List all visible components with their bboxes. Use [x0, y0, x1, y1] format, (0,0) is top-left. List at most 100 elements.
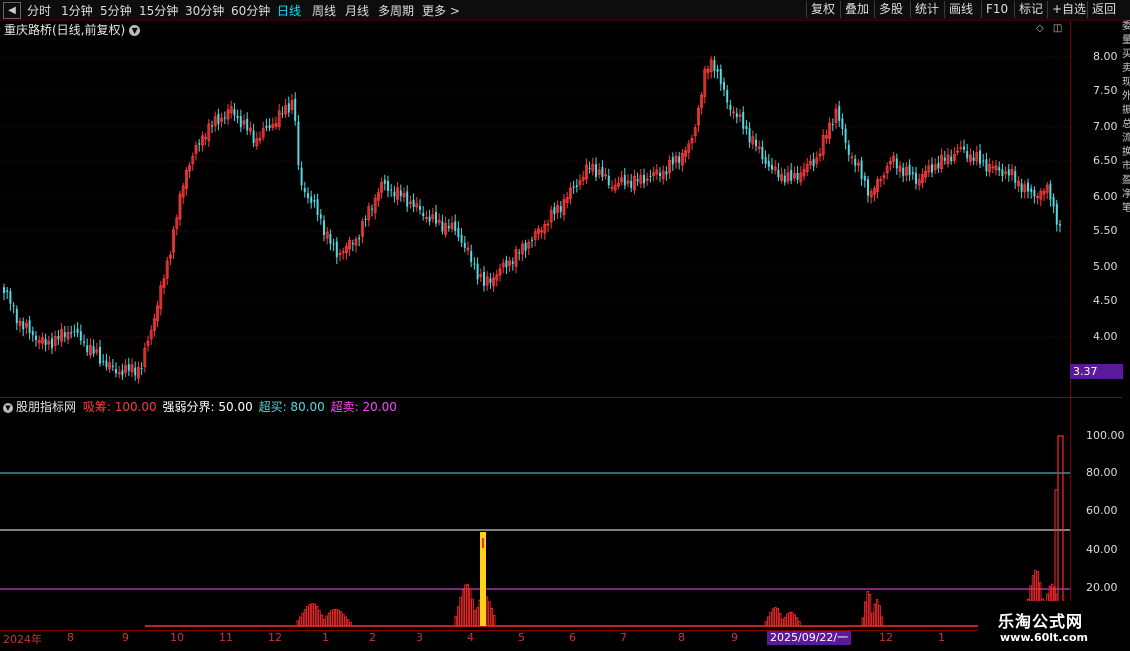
candle-body-down — [972, 157, 975, 161]
indicator-bar — [313, 603, 316, 627]
indicator-tick: 20.00 — [1086, 581, 1118, 594]
indicator-bar — [468, 588, 472, 627]
indicator-bar — [776, 608, 780, 627]
indicator-bar — [490, 607, 494, 627]
candle-body-down — [28, 320, 31, 333]
candle-body-down — [860, 160, 863, 179]
indicator-bar — [471, 598, 474, 627]
candle-body-down — [966, 151, 969, 159]
indicator-bar — [492, 614, 496, 627]
candle-body-down — [979, 150, 981, 164]
candle-body-down — [3, 287, 5, 294]
candle-body-down — [454, 221, 457, 232]
candle-body-down — [140, 368, 143, 370]
candle-body-down — [985, 159, 988, 172]
candle-body-down — [99, 346, 101, 364]
candle-body-down — [748, 128, 751, 143]
legend-oversold: 超卖: 20.00 — [330, 400, 397, 414]
indicator-bar — [783, 616, 787, 627]
indicator-bar — [788, 611, 792, 627]
date-tick: 7 — [620, 631, 627, 644]
candle-body-down — [588, 167, 591, 169]
candle-body-down — [483, 271, 485, 286]
date-tick: 5 — [518, 631, 525, 644]
candle-body-down — [476, 263, 479, 280]
candle-body-down — [329, 234, 332, 244]
candle-body-down — [755, 139, 757, 147]
candle-body-down — [796, 172, 799, 180]
indicator-bar — [344, 616, 348, 627]
date-tick: 1 — [322, 631, 329, 644]
candle-body-down — [463, 242, 466, 248]
indicator-tick: 40.00 — [1086, 543, 1118, 556]
candle-body-down — [1020, 183, 1023, 192]
candle-body-down — [998, 167, 1001, 171]
indicator-bar — [334, 608, 338, 627]
kline-chart[interactable] — [0, 0, 1130, 650]
candle-body-down — [335, 241, 338, 258]
date-tick: 8 — [67, 631, 74, 644]
candle-body-down — [268, 125, 271, 129]
candle-body-down — [73, 331, 76, 333]
watermark-title: 乐淘公式网 — [998, 612, 1084, 631]
candle-body-down — [841, 118, 844, 129]
candle-body-down — [1030, 188, 1033, 192]
candle-body-down — [422, 212, 425, 217]
candle-body-down — [902, 167, 905, 176]
date-tick: 2 — [369, 631, 376, 644]
indicator-name[interactable]: 股朋指标网 — [16, 400, 76, 414]
candle-body-down — [406, 191, 409, 207]
candle-body-down — [950, 156, 953, 162]
candle-body-down — [76, 328, 79, 333]
date-tick: 4 — [467, 631, 474, 644]
indicator-bar — [339, 611, 343, 627]
candle-body-down — [895, 158, 898, 169]
candle-body-down — [559, 206, 562, 212]
candle-body-down — [441, 221, 444, 232]
candle-body-down — [102, 361, 105, 363]
indicator-tick: 80.00 — [1086, 466, 1118, 479]
candle-body-down — [294, 98, 297, 121]
candle-body-down — [659, 172, 661, 176]
candle-body-down — [777, 169, 780, 178]
candle-body-down — [867, 179, 869, 196]
candle-body-down — [1052, 196, 1055, 207]
candle-body-down — [943, 157, 946, 161]
candle-body-down — [745, 125, 748, 130]
indicator-bar — [864, 601, 867, 627]
candle-body-down — [265, 125, 268, 128]
candle-body-down — [313, 199, 316, 202]
candle-body-down — [1049, 183, 1052, 200]
indicator-bar — [327, 612, 331, 627]
indicator-bar — [878, 605, 881, 627]
candle-body-down — [812, 159, 815, 167]
indicator-bar — [306, 606, 309, 627]
indicator-bar — [767, 616, 770, 627]
candle-body-down — [287, 103, 290, 113]
indicator-bar — [310, 603, 314, 627]
chevron-down-icon[interactable]: ▼ — [3, 402, 13, 413]
indicator-bar — [473, 610, 477, 627]
candle-body-down — [198, 143, 201, 145]
indicator-bar — [298, 616, 302, 627]
candle-body-down — [211, 125, 213, 127]
indicator-bar — [871, 612, 874, 627]
candle-body-down — [767, 160, 770, 167]
indicator-bar — [476, 607, 479, 627]
candle-body-down — [831, 124, 834, 126]
candle-body-down — [963, 146, 965, 150]
candle-body-down — [1001, 169, 1004, 176]
candle-body-down — [323, 220, 325, 235]
candle-body-down — [111, 365, 114, 368]
indicator-bar — [454, 615, 458, 627]
time-axis — [0, 630, 1122, 651]
candle-body-down — [1007, 169, 1010, 176]
candle-body-down — [937, 162, 940, 169]
candle-body-down — [412, 199, 415, 207]
indicator-bar — [464, 584, 467, 627]
legend-absorb: 吸筹: 100.00 — [82, 400, 157, 414]
candle-body-down — [761, 147, 764, 160]
candle-body-down — [863, 175, 866, 181]
indicator-bar — [456, 606, 460, 627]
date-tick: 2024年 — [3, 633, 42, 646]
